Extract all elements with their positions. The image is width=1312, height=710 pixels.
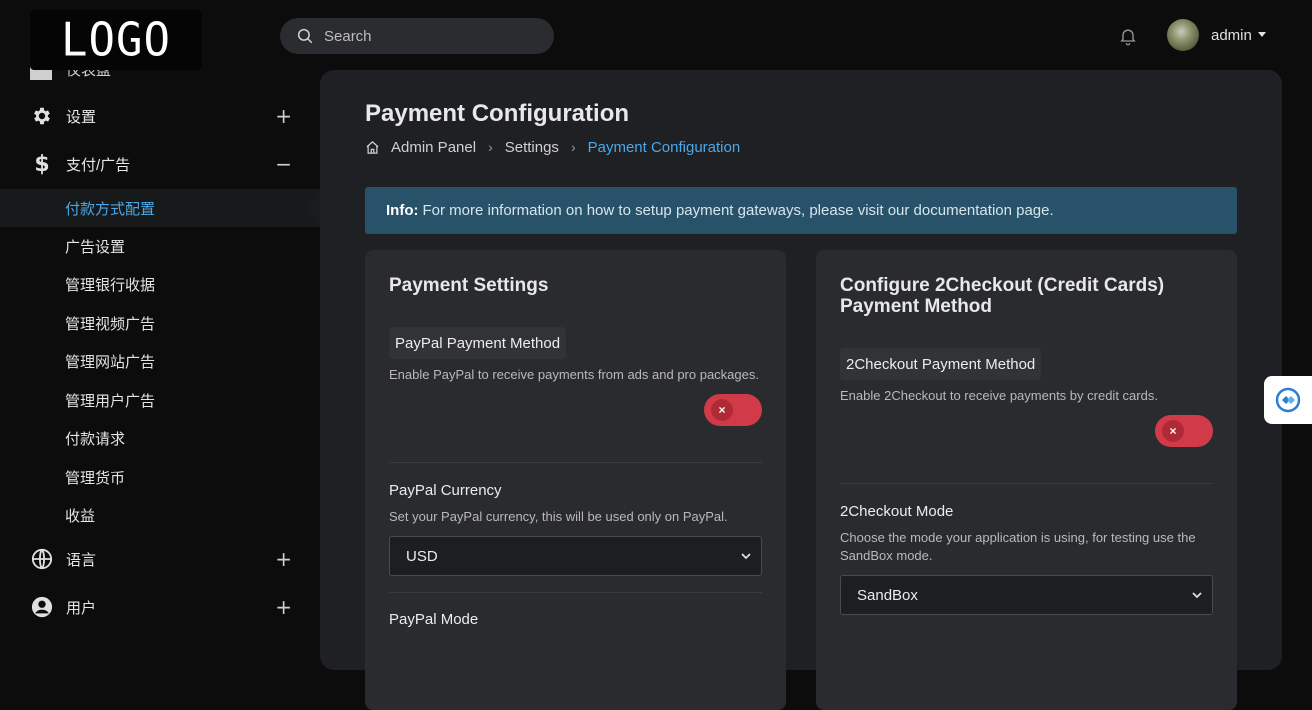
checkout-method-label: 2Checkout Payment Method [840, 348, 1042, 380]
page-title: Payment Configuration [365, 100, 630, 127]
select-value: SandBox [857, 586, 918, 604]
sidebar-subitem-site-ads[interactable]: 管理网站广告 [0, 342, 320, 380]
breadcrumb-admin-panel[interactable]: Admin Panel [391, 139, 476, 156]
expand-icon[interactable]: + [275, 547, 292, 571]
sidebar-item-label: 支付/广告 [66, 156, 131, 174]
sidebar-subitem-video-ads[interactable]: 管理视频广告 [0, 304, 320, 342]
collapse-icon[interactable]: − [275, 152, 292, 176]
checkout-mode-help: Choose the mode your application is usin… [840, 530, 1196, 563]
sidebar-subitem-earnings[interactable]: 收益 [0, 496, 320, 534]
bell-icon[interactable] [1118, 26, 1138, 46]
sidebar-subitem-currencies[interactable]: 管理货币 [0, 458, 320, 496]
sidebar-subitem-label: 管理银行收据 [65, 276, 156, 294]
sidebar-item-label: 设置 [66, 108, 97, 126]
sidebar-item-label: 用户 [66, 599, 97, 617]
paypal-currency-help: Set your PayPal currency, this will be u… [389, 509, 728, 524]
active-indicator [305, 193, 320, 223]
card-title: Payment Settings [389, 275, 549, 296]
checkout-method-help: Enable 2Checkout to receive payments by … [840, 388, 1158, 403]
logo[interactable]: LOGO [30, 10, 202, 70]
breadcrumb-settings[interactable]: Settings [505, 139, 559, 156]
chevron-right-icon: › [570, 139, 576, 155]
paypal-currency-label: PayPal Currency [389, 482, 502, 499]
paypal-method-label: PayPal Payment Method [389, 327, 567, 359]
breadcrumb: Admin Panel › Settings › Payment Configu… [365, 138, 740, 156]
chevron-right-icon: › [488, 139, 493, 155]
sidebar-item-users[interactable]: 用户 + [0, 587, 320, 624]
payment-settings-card: Payment Settings PayPal Payment Method E… [365, 250, 786, 710]
checkout-mode-select[interactable]: SandBox [840, 575, 1213, 615]
checkout-toggle[interactable]: × [1155, 415, 1213, 447]
paypal-toggle[interactable]: × [704, 394, 762, 426]
user-name[interactable]: admin [1211, 27, 1252, 44]
assistant-icon [1275, 387, 1301, 413]
divider [389, 592, 762, 593]
checkout-card: Configure 2Checkout (Credit Cards) Payme… [816, 250, 1237, 710]
divider [389, 462, 762, 463]
breadcrumb-current: Payment Configuration [587, 138, 741, 156]
dollar-icon: $ [34, 151, 50, 177]
chevron-down-icon [1192, 592, 1202, 599]
toggle-off-icon: × [711, 399, 733, 421]
paypal-method-help: Enable PayPal to receive payments from a… [389, 367, 759, 382]
paypal-mode-label: PayPal Mode [389, 611, 479, 628]
select-value: USD [406, 547, 438, 565]
info-text: For more information on how to setup pay… [422, 202, 1054, 219]
info-alert: Info: For more information on how to set… [365, 187, 1237, 234]
search-input[interactable] [324, 27, 544, 45]
sidebar-item-label: 语言 [66, 551, 97, 569]
sidebar: 仪表盘 LOGO 设置 + $ 支付/广告 − 付款方式配置 广告设置 管理银行… [0, 0, 320, 624]
chevron-down-icon[interactable] [1257, 31, 1266, 37]
gear-icon [30, 104, 54, 128]
sidebar-item-payments-ads[interactable]: $ 支付/广告 − [0, 144, 320, 184]
paypal-currency-select[interactable]: USD [389, 536, 762, 576]
toggle-off-icon: × [1162, 420, 1184, 442]
search-icon [297, 28, 313, 44]
expand-icon[interactable]: + [275, 595, 292, 619]
sidebar-subitem-label: 广告设置 [65, 238, 126, 256]
globe-icon [30, 547, 54, 571]
avatar[interactable] [1167, 19, 1199, 51]
home-icon[interactable] [365, 140, 380, 155]
sidebar-subitem-user-ads[interactable]: 管理用户广告 [0, 381, 320, 419]
chevron-down-icon [741, 553, 751, 560]
search-bar[interactable] [280, 18, 554, 54]
info-label: Info: [386, 202, 419, 219]
assistant-widget[interactable] [1264, 376, 1312, 424]
checkout-mode-label: 2Checkout Mode [840, 503, 954, 520]
sidebar-subitem-bank-receipts[interactable]: 管理银行收据 [0, 265, 320, 303]
main-content: Payment Configuration Admin Panel › Sett… [320, 70, 1282, 710]
sidebar-subitem-label: 管理用户广告 [65, 392, 156, 410]
card-title: Configure 2Checkout (Credit Cards) Payme… [840, 275, 1165, 317]
sidebar-item-language[interactable]: 语言 + [0, 539, 320, 579]
sidebar-subitem-label: 管理网站广告 [65, 353, 156, 371]
sidebar-subitem-payment-requests[interactable]: 付款请求 [0, 419, 320, 457]
sidebar-subitem-label: 管理视频广告 [65, 315, 156, 333]
sidebar-subitem-label: 收益 [65, 507, 96, 525]
divider [840, 483, 1213, 484]
expand-icon[interactable]: + [275, 104, 292, 128]
sidebar-subitem-payment-config[interactable]: 付款方式配置 [0, 189, 320, 227]
sidebar-subitem-ad-settings[interactable]: 广告设置 [0, 227, 320, 265]
user-menu[interactable]: admin [1167, 19, 1266, 51]
sidebar-subitem-label: 付款方式配置 [65, 200, 156, 218]
user-circle-icon [30, 595, 54, 619]
sidebar-subitem-label: 付款请求 [65, 430, 126, 448]
sidebar-subitem-label: 管理货币 [65, 469, 126, 487]
logo-text: LOGO [61, 13, 171, 67]
sidebar-item-settings[interactable]: 设置 + [0, 96, 320, 136]
